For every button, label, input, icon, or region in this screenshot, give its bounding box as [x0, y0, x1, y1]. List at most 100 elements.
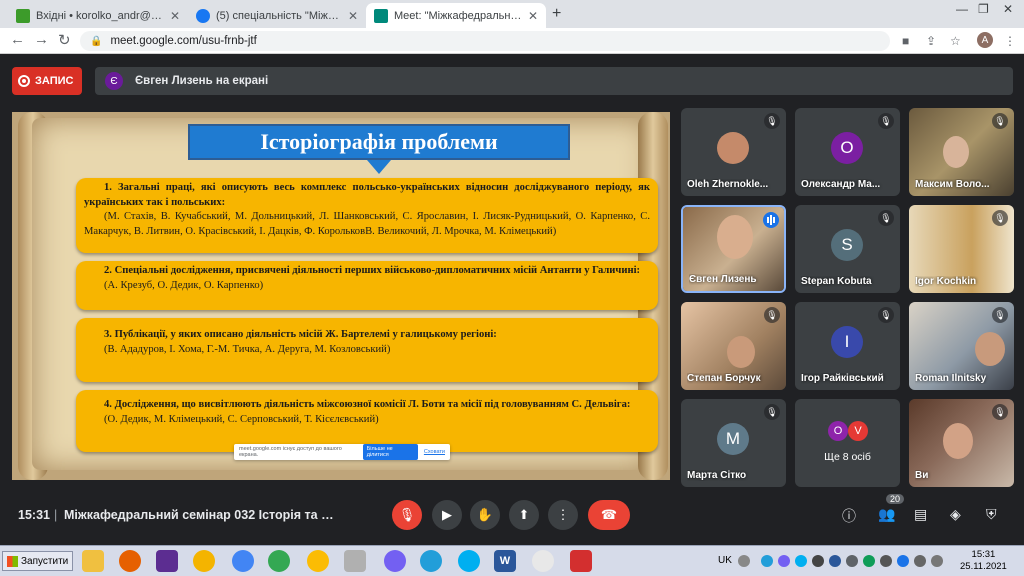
restore-icon[interactable]: ❐ [978, 2, 989, 16]
camera-toggle-button[interactable]: ▶ [432, 500, 462, 530]
hide-link[interactable]: Сховати [424, 449, 445, 455]
camera-icon: ▶ [442, 507, 452, 522]
pdf-icon[interactable] [570, 550, 592, 572]
stop-sharing-button[interactable]: Більше не ділитися [362, 444, 418, 460]
network-icon[interactable] [914, 555, 926, 567]
participant-tile[interactable]: І 🎙 Ігор Райківський [795, 302, 900, 390]
forward-icon[interactable]: → [34, 31, 49, 48]
volume-icon[interactable] [931, 555, 943, 567]
avatar [727, 336, 755, 368]
start-button[interactable]: Запустити [2, 551, 74, 571]
word-icon[interactable]: W [494, 550, 516, 572]
self-tile[interactable]: 🎙 Ви [909, 399, 1014, 487]
participant-name: Олександр Ма... [801, 179, 881, 190]
address-bar[interactable]: 🔒 meet.google.com/usu-frnb-jtf [80, 31, 890, 51]
mic-off-icon: 🎙 [992, 113, 1008, 129]
tray-telegram-icon[interactable] [761, 555, 773, 567]
avatar [943, 136, 969, 168]
info-icon[interactable]: ⓘ [842, 506, 856, 526]
tab-ukrnet[interactable]: Вхідні • korolko_andr@ukr.net ✕ [8, 3, 188, 28]
avatar [717, 132, 749, 164]
participant-tile[interactable]: О 🎙 Олександр Ма... [795, 108, 900, 196]
host-controls-icon[interactable]: ⛨ [986, 506, 997, 523]
participant-tile[interactable]: S 🎙 Stepan Kobuta [795, 205, 900, 293]
tray-icon[interactable] [897, 555, 909, 567]
present-button[interactable]: ⬆ [509, 500, 539, 530]
down-arrow-icon [367, 160, 391, 174]
participant-tile[interactable]: М 🎙 Марта Сітко [681, 399, 786, 487]
slide-box-1: 1. Загальні праці, які описують весь ком… [76, 178, 658, 253]
minimize-icon[interactable]: — [956, 2, 968, 16]
participants-count-badge: 20 [886, 494, 905, 504]
participant-name: Roman Ilnitsky [915, 373, 987, 384]
visual-studio-icon[interactable] [156, 550, 178, 572]
mic-toggle-button[interactable]: 🎙 [392, 500, 422, 530]
avatar-chip: V [848, 421, 868, 441]
camera-icon[interactable]: ■ [902, 34, 909, 48]
telegram-icon[interactable] [420, 550, 442, 572]
close-icon[interactable]: ✕ [170, 9, 180, 23]
participant-tile[interactable]: 🎙 Максим Воло... [909, 108, 1014, 196]
tray-icon[interactable] [863, 555, 875, 567]
tray-skype-icon[interactable] [795, 555, 807, 567]
presenter-label: Євген Лизень на екрані [135, 75, 269, 87]
avatar: О [831, 132, 863, 164]
file-explorer-icon[interactable] [82, 550, 104, 572]
window-close-icon[interactable]: ✕ [1003, 2, 1013, 16]
close-icon[interactable]: ✕ [528, 9, 538, 23]
profile-avatar[interactable]: A [977, 32, 993, 48]
raise-hand-button[interactable]: ✋ [470, 500, 500, 530]
share-icon[interactable]: ⇪ [926, 34, 936, 48]
more-options-button[interactable]: ⋮ [548, 500, 578, 530]
activities-icon[interactable]: ◈ [950, 506, 961, 523]
tray-icon[interactable] [812, 555, 824, 567]
people-icon[interactable]: 👥 [878, 506, 895, 523]
participant-tile[interactable]: 🎙 Roman Ilnitsky [909, 302, 1014, 390]
mic-off-icon: 🎙 [878, 113, 894, 129]
new-tab-button[interactable]: + [552, 5, 561, 23]
mic-off-icon: 🎙 [764, 404, 780, 420]
back-icon[interactable]: ← [10, 31, 25, 48]
tray-icon[interactable] [846, 555, 858, 567]
tab-label: Вхідні • korolko_andr@ukr.net [36, 9, 164, 22]
tab-meet[interactable]: Meet: "Міжкафедральний с ✕ [366, 3, 546, 28]
participant-tile-speaking[interactable]: Євген Лизень [681, 205, 786, 293]
participant-tile[interactable]: 🎙 Oleh Zhernokle... [681, 108, 786, 196]
app-icon[interactable] [344, 550, 366, 572]
participant-tile[interactable]: 🎙 Степан Борчук [681, 302, 786, 390]
app-icon[interactable] [193, 550, 215, 572]
system-clock[interactable]: 15:31 25.11.2021 [960, 549, 1007, 573]
leave-call-button[interactable]: ☎ [588, 500, 630, 530]
app-icon[interactable] [532, 550, 554, 572]
app-icon[interactable] [307, 550, 329, 572]
reload-icon[interactable]: ↻ [58, 31, 71, 49]
tray-icon[interactable] [738, 555, 750, 567]
mail-icon [16, 8, 30, 23]
menu-icon[interactable]: ⋮ [1004, 34, 1016, 48]
chrome-icon[interactable] [232, 550, 254, 572]
chrome-active-icon[interactable] [268, 550, 290, 572]
viber-icon[interactable] [384, 550, 406, 572]
box-heading: 3. Публікації, у яких описано діяльність… [104, 329, 497, 340]
avatar [975, 332, 1005, 366]
tray-icon[interactable] [829, 555, 841, 567]
tab-facebook[interactable]: (5) спеціальність "Міжнародні е ✕ [188, 3, 366, 28]
close-icon[interactable]: ✕ [348, 9, 358, 23]
chat-icon[interactable]: ▤ [914, 506, 927, 523]
tray-viber-icon[interactable] [778, 555, 790, 567]
more-participants-tile[interactable]: O V Ще 8 осіб [795, 399, 900, 487]
os-taskbar: Запустити W UK 15:31 25.11.2021 [0, 545, 1024, 576]
browser-toolbar: ← → ↻ 🔒 meet.google.com/usu-frnb-jtf ■ ⇪… [0, 28, 1024, 54]
hand-icon: ✋ [476, 507, 494, 522]
participant-tile[interactable]: 🎙 Igor Kochkin [909, 205, 1014, 293]
star-icon[interactable]: ☆ [950, 34, 961, 48]
language-indicator[interactable]: UK [718, 555, 732, 566]
skype-icon[interactable] [458, 550, 480, 572]
avatar: S [831, 229, 863, 261]
participant-name: Марта Сітко [687, 470, 747, 481]
tray-icon[interactable] [880, 555, 892, 567]
start-label: Запустити [21, 555, 69, 567]
avatar: М [717, 423, 749, 455]
presenter-avatar: Є [105, 72, 123, 90]
firefox-icon[interactable] [119, 550, 141, 572]
